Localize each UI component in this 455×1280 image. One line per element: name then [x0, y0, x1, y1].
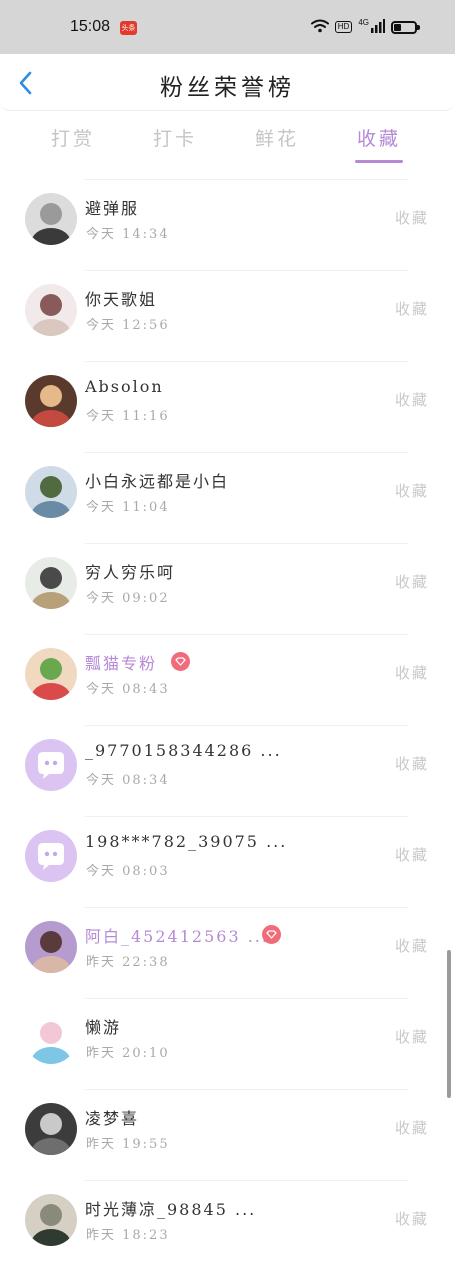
favorite-tag: 收藏	[394, 300, 429, 318]
status-bar: 15:08 头条 HD 4G	[0, 0, 455, 54]
wifi-icon	[310, 18, 329, 37]
avatar[interactable]	[25, 557, 77, 609]
page-header: 粉丝荣誉榜	[0, 54, 455, 111]
list-item[interactable]: 瓢猫专粉今天 08:43 收藏	[0, 634, 455, 725]
battery-icon	[391, 20, 420, 34]
list-item[interactable]: 小白永远都是小白今天 11:04 收藏	[0, 452, 455, 543]
user-name: 你天歌姐	[85, 290, 158, 309]
user-name: 时光薄凉_98845 ...	[85, 1200, 257, 1219]
avatar[interactable]	[25, 466, 77, 518]
user-photo-icon	[25, 557, 77, 609]
app-notification-icon: 头条	[120, 21, 137, 35]
user-photo-icon	[25, 1194, 77, 1246]
avatar[interactable]	[25, 1194, 77, 1246]
favorite-tag: 收藏	[394, 1119, 429, 1137]
network-type-label: 4G	[358, 18, 369, 27]
user-photo-icon	[25, 193, 77, 245]
avatar[interactable]	[25, 739, 77, 791]
favorite-tag: 收藏	[394, 1028, 429, 1046]
active-tab-indicator	[355, 160, 403, 163]
tab-favorites[interactable]: 收藏	[339, 124, 419, 151]
user-name: 瓢猫专粉	[85, 654, 158, 673]
tab-reward[interactable]: 打赏	[33, 124, 113, 151]
list-item[interactable]: Absolon 今天 11:16 收藏	[0, 361, 455, 452]
user-photo-icon	[25, 375, 77, 427]
tab-bar: 打赏 打卡 鲜花 收藏	[25, 116, 430, 166]
user-name: Absolon	[85, 377, 164, 396]
avatar[interactable]	[25, 193, 77, 245]
list-item[interactable]: 避弹服今天 14:34 收藏	[0, 179, 455, 270]
user-name: 懒游	[85, 1018, 122, 1037]
favorite-tag: 收藏	[394, 846, 429, 864]
user-photo-icon	[25, 284, 77, 336]
fan-list: 避弹服 今天 14:34 收藏 你天歌姐 今天 12:56 收藏 Absolon 今天 11:…	[0, 179, 455, 1271]
battery-level-fill	[394, 23, 401, 31]
avatar[interactable]	[25, 284, 77, 336]
list-item[interactable]: _9770158344286 ... 今天 08:34 收藏	[0, 725, 455, 816]
timestamp: 今天 11:04	[86, 500, 170, 515]
page-title: 粉丝荣誉榜	[160, 75, 295, 101]
user-name: 穷人穷乐呵	[85, 563, 176, 582]
user-photo-icon	[25, 1103, 77, 1155]
timestamp: 昨天 20:10	[86, 1046, 170, 1061]
hd-icon: HD	[334, 21, 353, 33]
user-name: 凌梦喜	[85, 1109, 140, 1128]
timestamp: 今天 08:43	[86, 682, 170, 697]
favorite-tag: 收藏	[394, 664, 429, 682]
default-chat-avatar-icon	[25, 739, 77, 791]
user-name: _9770158344286 ...	[85, 741, 282, 760]
tab-flowers[interactable]: 鲜花	[237, 124, 317, 151]
user-photo-icon	[25, 648, 77, 700]
list-item[interactable]: 阿白_452412563 ... 昨天 22:38 收藏	[0, 907, 455, 998]
timestamp: 今天 11:16	[86, 409, 170, 424]
list-item[interactable]: 时光薄凉_98845 ... 昨天 18:23 收藏	[0, 1180, 455, 1271]
status-indicators: HD 4G	[310, 16, 420, 38]
favorite-tag: 收藏	[394, 391, 429, 409]
timestamp: 今天 12:56	[86, 318, 170, 333]
avatar[interactable]	[25, 830, 77, 882]
list-item[interactable]: 你天歌姐今天 12:56 收藏	[0, 270, 455, 361]
timestamp: 今天 08:34	[86, 773, 170, 788]
favorite-tag: 收藏	[394, 573, 429, 591]
avatar[interactable]	[25, 1103, 77, 1155]
avatar[interactable]	[25, 1012, 77, 1064]
timestamp: 今天 08:03	[86, 864, 170, 879]
favorite-tag: 收藏	[394, 209, 429, 227]
timestamp: 今天 09:02	[86, 591, 170, 606]
user-name: 避弹服	[85, 199, 140, 218]
signal-icon	[371, 18, 385, 37]
favorite-tag: 收藏	[394, 482, 429, 500]
list-item[interactable]: 凌梦喜昨天 19:55 收藏	[0, 1089, 455, 1180]
favorite-tag: 收藏	[394, 755, 429, 773]
user-photo-icon	[25, 466, 77, 518]
tab-checkin[interactable]: 打卡	[135, 124, 215, 151]
user-photo-icon	[25, 921, 77, 973]
default-chat-avatar-icon	[25, 830, 77, 882]
list-item[interactable]: 穷人穷乐呵今天 09:02 收藏	[0, 543, 455, 634]
list-item[interactable]: 懒游昨天 20:10 收藏	[0, 998, 455, 1089]
user-name: 198***782_39075 ...	[85, 832, 288, 851]
avatar[interactable]	[25, 921, 77, 973]
vip-badge-icon	[171, 652, 190, 671]
scrollbar[interactable]	[447, 950, 451, 1098]
user-name: 阿白_452412563 ...	[85, 927, 269, 946]
timestamp: 昨天 19:55	[86, 1137, 170, 1152]
list-item[interactable]: 198***782_39075 ... 今天 08:03 收藏	[0, 816, 455, 907]
status-time: 15:08	[70, 18, 111, 35]
vip-badge-icon	[262, 925, 281, 944]
user-photo-icon	[25, 1012, 77, 1064]
timestamp: 今天 14:34	[86, 227, 170, 242]
favorite-tag: 收藏	[394, 937, 429, 955]
favorite-tag: 收藏	[394, 1210, 429, 1228]
user-name: 小白永远都是小白	[85, 472, 230, 491]
timestamp: 昨天 18:23	[86, 1228, 170, 1243]
avatar[interactable]	[25, 375, 77, 427]
avatar[interactable]	[25, 648, 77, 700]
timestamp: 昨天 22:38	[86, 955, 170, 970]
